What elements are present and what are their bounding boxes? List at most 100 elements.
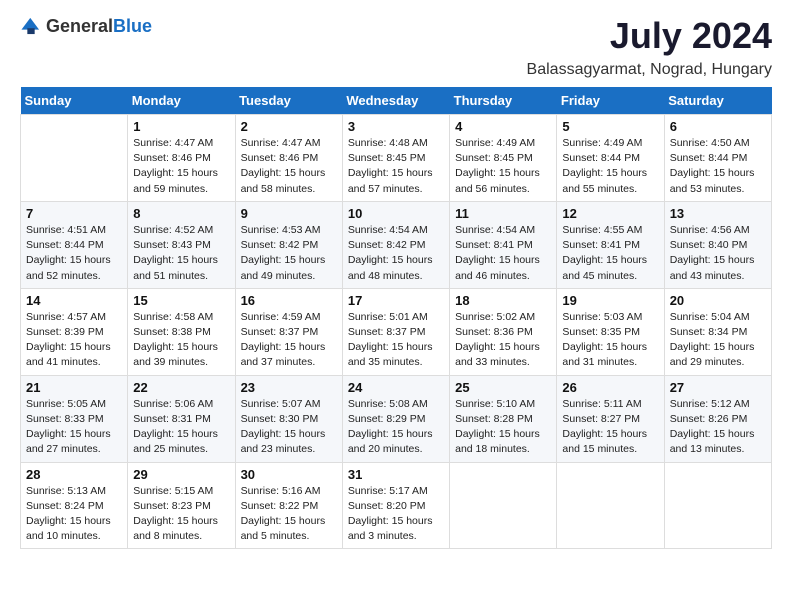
- day-number: 19: [562, 293, 658, 308]
- day-info: Sunrise: 4:47 AMSunset: 8:46 PMDaylight:…: [241, 136, 337, 197]
- header: GeneralBlue July 2024: [20, 15, 772, 57]
- day-header-tuesday: Tuesday: [235, 87, 342, 115]
- week-row-3: 14Sunrise: 4:57 AMSunset: 8:39 PMDayligh…: [21, 288, 772, 375]
- day-cell: 13 Sunrise: 4:56 AMSunset: 8:40 PMDayligh…: [664, 201, 771, 288]
- calendar-header-row: SundayMondayTuesdayWednesdayThursdayFrid…: [21, 87, 772, 115]
- day-cell: 6 Sunrise: 4:50 AMSunset: 8:44 PMDaylight…: [664, 115, 771, 202]
- day-cell: [21, 115, 128, 202]
- day-cell: 2 Sunrise: 4:47 AMSunset: 8:46 PMDaylight…: [235, 115, 342, 202]
- day-cell: 5 Sunrise: 4:49 AMSunset: 8:44 PMDaylight…: [557, 115, 664, 202]
- day-cell: 30 Sunrise: 5:16 AMSunset: 8:22 PMDayligh…: [235, 462, 342, 549]
- day-cell: 17 Sunrise: 5:01 AMSunset: 8:37 PMDayligh…: [342, 288, 449, 375]
- day-info: Sunrise: 5:01 AMSunset: 8:37 PMDaylight:…: [348, 310, 444, 371]
- day-number: 22: [133, 380, 229, 395]
- day-number: 7: [26, 206, 122, 221]
- day-number: 26: [562, 380, 658, 395]
- week-row-5: 28Sunrise: 5:13 AMSunset: 8:24 PMDayligh…: [21, 462, 772, 549]
- day-number: 8: [133, 206, 229, 221]
- day-number: 25: [455, 380, 551, 395]
- calendar-table: SundayMondayTuesdayWednesdayThursdayFrid…: [20, 87, 772, 549]
- day-info: Sunrise: 5:15 AMSunset: 8:23 PMDaylight:…: [133, 484, 229, 545]
- day-cell: 31 Sunrise: 5:17 AMSunset: 8:20 PMDayligh…: [342, 462, 449, 549]
- day-cell: 1Sunrise: 4:47 AMSunset: 8:46 PMDaylight…: [128, 115, 235, 202]
- day-cell: 18 Sunrise: 5:02 AMSunset: 8:36 PMDayligh…: [450, 288, 557, 375]
- day-info: Sunrise: 4:50 AMSunset: 8:44 PMDaylight:…: [670, 136, 766, 197]
- logo-blue: Blue: [113, 16, 152, 36]
- day-cell: 24Sunrise: 5:08 AMSunset: 8:29 PMDayligh…: [342, 375, 449, 462]
- location-title: Balassagyarmat, Nograd, Hungary: [20, 61, 772, 79]
- day-info: Sunrise: 5:05 AMSunset: 8:33 PMDaylight:…: [26, 397, 122, 458]
- day-cell: 28Sunrise: 5:13 AMSunset: 8:24 PMDayligh…: [21, 462, 128, 549]
- day-cell: 21Sunrise: 5:05 AMSunset: 8:33 PMDayligh…: [21, 375, 128, 462]
- day-cell: [450, 462, 557, 549]
- day-number: 3: [348, 119, 444, 134]
- day-number: 20: [670, 293, 766, 308]
- day-cell: [664, 462, 771, 549]
- day-cell: 15Sunrise: 4:58 AMSunset: 8:38 PMDayligh…: [128, 288, 235, 375]
- day-number: 28: [26, 467, 122, 482]
- day-number: 27: [670, 380, 766, 395]
- day-cell: 11 Sunrise: 4:54 AMSunset: 8:41 PMDayligh…: [450, 201, 557, 288]
- day-number: 16: [241, 293, 337, 308]
- day-header-friday: Friday: [557, 87, 664, 115]
- week-row-2: 7 Sunrise: 4:51 AMSunset: 8:44 PMDaylight…: [21, 201, 772, 288]
- day-number: 24: [348, 380, 444, 395]
- day-info: Sunrise: 5:07 AMSunset: 8:30 PMDaylight:…: [241, 397, 337, 458]
- day-info: Sunrise: 5:04 AMSunset: 8:34 PMDaylight:…: [670, 310, 766, 371]
- day-number: 14: [26, 293, 122, 308]
- logo: GeneralBlue: [20, 15, 152, 37]
- day-info: Sunrise: 4:49 AMSunset: 8:45 PMDaylight:…: [455, 136, 551, 197]
- day-number: 13: [670, 206, 766, 221]
- day-info: Sunrise: 5:17 AMSunset: 8:20 PMDaylight:…: [348, 484, 444, 545]
- day-cell: 25 Sunrise: 5:10 AMSunset: 8:28 PMDayligh…: [450, 375, 557, 462]
- logo-text: GeneralBlue: [46, 16, 152, 37]
- day-cell: 10Sunrise: 4:54 AMSunset: 8:42 PMDayligh…: [342, 201, 449, 288]
- day-info: Sunrise: 4:53 AMSunset: 8:42 PMDaylight:…: [241, 223, 337, 284]
- day-info: Sunrise: 4:59 AMSunset: 8:37 PMDaylight:…: [241, 310, 337, 371]
- day-number: 12: [562, 206, 658, 221]
- day-cell: 14Sunrise: 4:57 AMSunset: 8:39 PMDayligh…: [21, 288, 128, 375]
- day-info: Sunrise: 4:58 AMSunset: 8:38 PMDaylight:…: [133, 310, 229, 371]
- day-cell: 26 Sunrise: 5:11 AMSunset: 8:27 PMDayligh…: [557, 375, 664, 462]
- day-number: 31: [348, 467, 444, 482]
- day-cell: 16 Sunrise: 4:59 AMSunset: 8:37 PMDayligh…: [235, 288, 342, 375]
- day-cell: 22 Sunrise: 5:06 AMSunset: 8:31 PMDayligh…: [128, 375, 235, 462]
- day-cell: 23 Sunrise: 5:07 AMSunset: 8:30 PMDayligh…: [235, 375, 342, 462]
- day-number: 17: [348, 293, 444, 308]
- day-number: 23: [241, 380, 337, 395]
- day-header-monday: Monday: [128, 87, 235, 115]
- day-info: Sunrise: 5:16 AMSunset: 8:22 PMDaylight:…: [241, 484, 337, 545]
- day-cell: 27 Sunrise: 5:12 AMSunset: 8:26 PMDayligh…: [664, 375, 771, 462]
- day-number: 18: [455, 293, 551, 308]
- day-cell: 4 Sunrise: 4:49 AMSunset: 8:45 PMDaylight…: [450, 115, 557, 202]
- day-info: Sunrise: 5:03 AMSunset: 8:35 PMDaylight:…: [562, 310, 658, 371]
- day-info: Sunrise: 4:47 AMSunset: 8:46 PMDaylight:…: [133, 136, 229, 197]
- day-info: Sunrise: 5:10 AMSunset: 8:28 PMDaylight:…: [455, 397, 551, 458]
- day-info: Sunrise: 4:56 AMSunset: 8:40 PMDaylight:…: [670, 223, 766, 284]
- day-number: 30: [241, 467, 337, 482]
- day-info: Sunrise: 4:54 AMSunset: 8:41 PMDaylight:…: [455, 223, 551, 284]
- day-cell: [557, 462, 664, 549]
- day-cell: 3Sunrise: 4:48 AMSunset: 8:45 PMDaylight…: [342, 115, 449, 202]
- day-number: 5: [562, 119, 658, 134]
- day-info: Sunrise: 5:02 AMSunset: 8:36 PMDaylight:…: [455, 310, 551, 371]
- day-info: Sunrise: 5:12 AMSunset: 8:26 PMDaylight:…: [670, 397, 766, 458]
- logo-icon: [20, 15, 42, 37]
- day-header-sunday: Sunday: [21, 87, 128, 115]
- day-info: Sunrise: 4:49 AMSunset: 8:44 PMDaylight:…: [562, 136, 658, 197]
- day-header-thursday: Thursday: [450, 87, 557, 115]
- logo-general: General: [46, 16, 113, 36]
- day-number: 4: [455, 119, 551, 134]
- day-info: Sunrise: 5:11 AMSunset: 8:27 PMDaylight:…: [562, 397, 658, 458]
- day-number: 11: [455, 206, 551, 221]
- day-number: 2: [241, 119, 337, 134]
- day-info: Sunrise: 5:06 AMSunset: 8:31 PMDaylight:…: [133, 397, 229, 458]
- day-cell: 9Sunrise: 4:53 AMSunset: 8:42 PMDaylight…: [235, 201, 342, 288]
- day-cell: 29 Sunrise: 5:15 AMSunset: 8:23 PMDayligh…: [128, 462, 235, 549]
- day-header-saturday: Saturday: [664, 87, 771, 115]
- day-number: 29: [133, 467, 229, 482]
- day-info: Sunrise: 4:51 AMSunset: 8:44 PMDaylight:…: [26, 223, 122, 284]
- day-number: 6: [670, 119, 766, 134]
- day-info: Sunrise: 4:55 AMSunset: 8:41 PMDaylight:…: [562, 223, 658, 284]
- title-block: July 2024: [610, 15, 772, 57]
